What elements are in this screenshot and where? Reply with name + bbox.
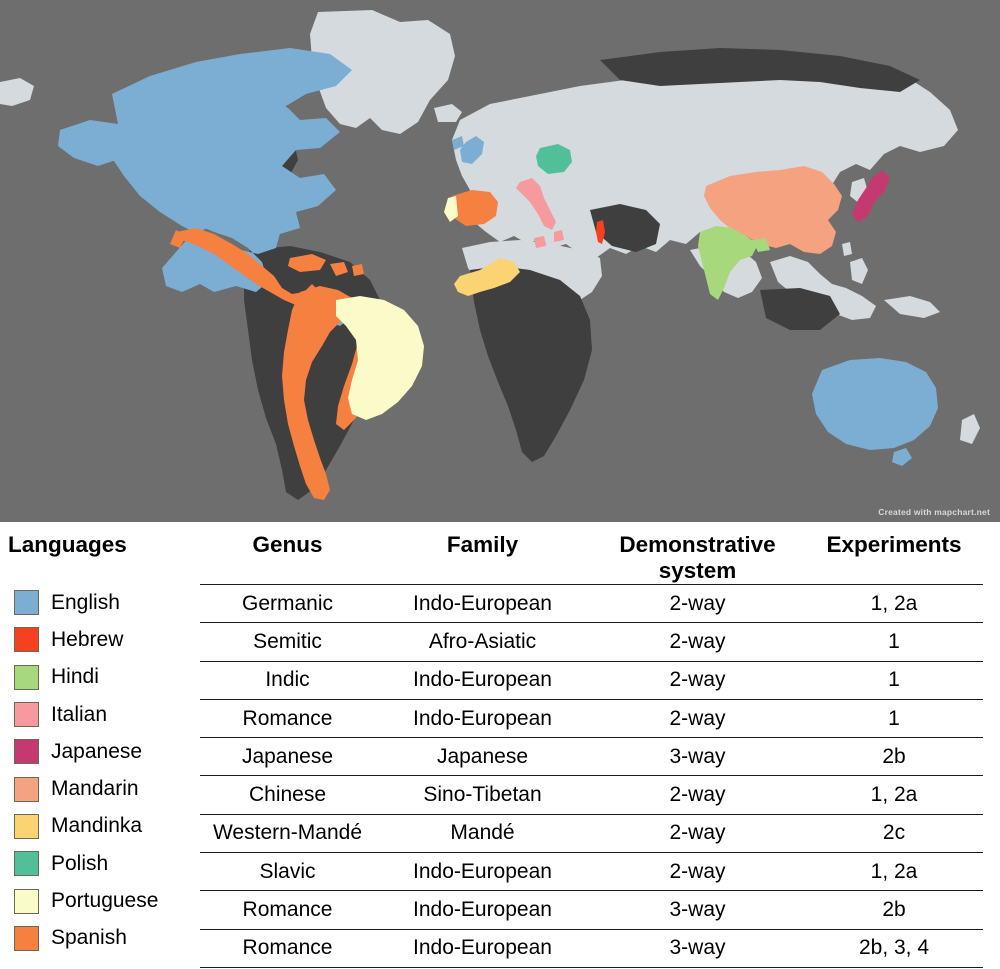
legend-color-swatch xyxy=(14,664,39,690)
cell-family: Indo-European xyxy=(375,890,590,930)
legend-item: Mandarin xyxy=(0,770,196,807)
cell-demonstrative-system: 2-way xyxy=(590,813,805,853)
legend-item-label: Hindi xyxy=(51,665,99,689)
cell-experiments: 2b xyxy=(805,737,983,776)
world-map-graphic xyxy=(0,0,1000,522)
cell-genus: Slavic xyxy=(200,852,375,891)
cell-family: Indo-European xyxy=(375,928,590,968)
cell-demonstrative-system: 2-way xyxy=(590,698,805,738)
cell-genus: Romance xyxy=(200,928,375,968)
table-row: Slavic Indo-European 2-way 1, 2a xyxy=(200,852,983,891)
legend-item: Italian xyxy=(0,696,196,733)
cell-genus: Japanese xyxy=(200,737,375,776)
legend-item: Hindi xyxy=(0,659,196,696)
legend-item: Polish xyxy=(0,845,196,882)
cell-genus: Germanic xyxy=(200,583,375,623)
legend-item: Hebrew xyxy=(0,621,196,658)
legend-color-swatch xyxy=(14,888,39,914)
cell-genus: Romance xyxy=(200,698,375,738)
legend-item: English xyxy=(0,584,196,621)
cell-experiments: 1, 2a xyxy=(805,775,983,815)
legend-item-label: English xyxy=(51,590,120,614)
cell-family: Japanese xyxy=(375,737,590,776)
legend-item-label: Italian xyxy=(51,702,108,726)
legend-item-label: Spanish xyxy=(51,926,127,950)
column-header-experiments: Experiments xyxy=(826,532,962,557)
legend-item-label: Hebrew xyxy=(51,627,124,651)
legend-color-swatch xyxy=(14,739,39,765)
legend-color-swatch xyxy=(14,813,39,839)
cell-experiments: 2c xyxy=(805,813,983,853)
cell-family: Afro-Asiatic xyxy=(375,622,590,662)
legend-item: Portuguese xyxy=(0,882,196,919)
cell-genus: Semitic xyxy=(200,622,375,662)
cell-family: Indo-European xyxy=(375,698,590,738)
legend-item: Mandinka xyxy=(0,808,196,845)
cell-experiments: 1, 2a xyxy=(805,583,983,623)
cell-demonstrative-system: 3-way xyxy=(590,737,805,776)
legend-color-swatch xyxy=(14,627,39,653)
cell-family: Indo-European xyxy=(375,583,590,623)
table-row: Chinese Sino-Tibetan 2-way 1, 2a xyxy=(200,775,983,815)
table-row: Indic Indo-European 2-way 1 xyxy=(200,660,983,700)
table-row: Romance Indo-European 2-way 1 xyxy=(200,698,983,738)
cell-experiments: 1 xyxy=(805,698,983,738)
legend-item-label: Polish xyxy=(51,851,109,875)
cell-demonstrative-system: 2-way xyxy=(590,660,805,700)
language-data-table: Germanic Indo-European 2-way 1, 2a Semitic Af… xyxy=(200,583,983,968)
column-header-genus: Genus xyxy=(252,532,323,557)
cell-demonstrative-system: 2-way xyxy=(590,775,805,815)
table-row: Western-Mandé Mandé 2-way 2c xyxy=(200,813,983,853)
cell-demonstrative-system: 2-way xyxy=(590,622,805,662)
cell-demonstrative-system: 2-way xyxy=(590,583,805,623)
legend-item-label: Mandinka xyxy=(51,814,143,838)
legend-item-label: Portuguese xyxy=(51,889,159,913)
legend-color-swatch xyxy=(14,702,39,728)
map-credit-text: Created with mapchart.net xyxy=(878,507,990,517)
column-header-demonstrative-system: Demonstrative system xyxy=(590,532,805,584)
legend-color-swatch xyxy=(14,590,39,616)
cell-experiments: 1, 2a xyxy=(805,852,983,891)
cell-experiments: 2b, 3, 4 xyxy=(805,928,983,968)
cell-genus: Indic xyxy=(200,660,375,700)
legend-item: Japanese xyxy=(0,733,196,770)
table-row: Semitic Afro-Asiatic 2-way 1 xyxy=(200,622,983,662)
legend-color-swatch xyxy=(14,776,39,802)
table-row: Germanic Indo-European 2-way 1, 2a xyxy=(200,583,983,623)
table-body: Germanic Indo-European 2-way 1, 2a Semitic Af… xyxy=(200,583,983,968)
cell-demonstrative-system: 3-way xyxy=(590,890,805,930)
cell-experiments: 1 xyxy=(805,660,983,700)
legend-and-table-panel: Languages Genus Family Demonstrative sys… xyxy=(0,522,1000,969)
legend-color-swatch xyxy=(14,925,39,951)
table-row: Romance Indo-European 3-way 2b xyxy=(200,890,983,930)
cell-experiments: 2b xyxy=(805,890,983,930)
table-row: Romance Indo-European 3-way 2b, 3, 4 xyxy=(200,928,983,968)
world-map-panel: Created with mapchart.net xyxy=(0,0,1000,522)
cell-family: Indo-European xyxy=(375,852,590,891)
column-header-demonstrative-system-line1: Demonstrative xyxy=(619,532,776,557)
cell-genus: Romance xyxy=(200,890,375,930)
cell-family: Sino-Tibetan xyxy=(375,775,590,815)
table-row: Japanese Japanese 3-way 2b xyxy=(200,737,983,776)
cell-genus: Western-Mandé xyxy=(200,813,375,853)
cell-demonstrative-system: 3-way xyxy=(590,928,805,968)
column-header-languages: Languages xyxy=(8,532,127,557)
cell-genus: Chinese xyxy=(200,775,375,815)
table-header-row: Languages Genus Family Demonstrative sys… xyxy=(0,522,1000,584)
column-header-family: Family xyxy=(446,532,519,557)
legend-color-swatch xyxy=(14,851,39,877)
legend-item: Spanish xyxy=(0,920,196,957)
language-legend: English Hebrew Hindi Italian Japanese Mandari… xyxy=(0,584,196,957)
cell-family: Indo-European xyxy=(375,660,590,700)
cell-demonstrative-system: 2-way xyxy=(590,852,805,891)
cell-experiments: 1 xyxy=(805,622,983,662)
legend-item-label: Mandarin xyxy=(51,777,139,801)
cell-family: Mandé xyxy=(375,813,590,853)
column-header-demonstrative-system-line2: system xyxy=(658,557,737,583)
legend-item-label: Japanese xyxy=(51,739,143,763)
